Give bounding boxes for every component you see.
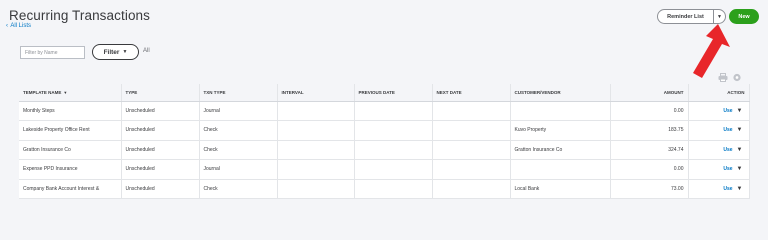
table-row[interactable]: Company Bank Account Interest & Unschedu… <box>19 179 750 199</box>
cell-previous-date <box>354 120 433 141</box>
chevron-left-icon: ‹ <box>6 23 8 29</box>
print-icon[interactable] <box>718 73 728 82</box>
cell-next-date <box>432 140 511 160</box>
cell-interval <box>277 120 355 141</box>
cell-template-name: Company Bank Account Interest & <box>19 179 122 199</box>
cell-txn-type: Journal <box>199 101 278 121</box>
cell-previous-date <box>354 101 433 121</box>
caret-down-icon[interactable]: ▼ <box>737 108 743 114</box>
cell-type: Unscheduled <box>121 140 200 160</box>
filter-by-name-input[interactable]: Filter by Name <box>20 46 85 59</box>
cell-previous-date <box>354 159 433 180</box>
cell-template-name: Gratton Insurance Co <box>19 140 122 160</box>
recurring-transactions-page: Recurring Transactions ‹ All Lists Remin… <box>0 0 768 212</box>
cell-template-name: Expense PPD Insurance <box>19 159 122 180</box>
column-header-action: ACTION <box>688 84 750 102</box>
cell-customer-vendor: Kuvo Property <box>510 120 611 141</box>
cell-next-date <box>432 120 511 141</box>
filter-button[interactable]: Filter ▼ <box>92 44 139 60</box>
cell-amount: 73.00 <box>610 179 689 199</box>
use-link[interactable]: Use <box>723 147 732 153</box>
column-header-customer-vendor[interactable]: CUSTOMER/VENDOR <box>510 84 611 102</box>
cell-type: Unscheduled <box>121 120 200 141</box>
column-header-amount[interactable]: AMOUNT <box>610 84 689 102</box>
cell-action: Use ▼ <box>688 120 750 141</box>
filter-label: Filter <box>103 48 120 56</box>
column-header-type[interactable]: TYPE <box>121 84 200 102</box>
cell-customer-vendor: Local Bank <box>510 179 611 199</box>
new-button[interactable]: New <box>729 9 759 24</box>
cell-txn-type: Journal <box>199 159 278 180</box>
cell-next-date <box>432 101 511 121</box>
caret-down-icon: ▼ <box>122 49 128 55</box>
column-header-interval[interactable]: INTERVAL <box>277 84 355 102</box>
cell-next-date <box>432 159 511 180</box>
use-link[interactable]: Use <box>723 166 732 172</box>
cell-amount: 183.75 <box>610 120 689 141</box>
column-header-template-name[interactable]: TEMPLATE NAME ▼ <box>19 84 122 102</box>
table-row[interactable]: Lakeside Property Office Rent Unschedule… <box>19 120 750 141</box>
page-title: Recurring Transactions <box>9 8 151 23</box>
cell-interval <box>277 179 355 199</box>
cell-txn-type: Check <box>199 120 278 141</box>
cell-action: Use ▼ <box>688 140 750 160</box>
cell-type: Unscheduled <box>121 179 200 199</box>
cell-amount: 0.00 <box>610 101 689 121</box>
cell-previous-date <box>354 179 433 199</box>
cell-previous-date <box>354 140 433 160</box>
cell-txn-type: Check <box>199 179 278 199</box>
cell-interval <box>277 159 355 180</box>
use-link[interactable]: Use <box>723 127 732 133</box>
all-lists-link[interactable]: ‹ All Lists <box>6 23 31 29</box>
table-row[interactable]: Monthly Steps Unscheduled Journal 0.00 U… <box>19 101 750 121</box>
table-header-row: TEMPLATE NAME ▼ TYPE TXN TYPE INTERVAL PR… <box>19 84 750 102</box>
cell-next-date <box>432 179 511 199</box>
column-header-txn-type[interactable]: TXN TYPE <box>199 84 278 102</box>
reminder-list-label: Reminder List <box>667 13 704 20</box>
cell-template-name: Lakeside Property Office Rent <box>19 120 122 141</box>
cell-action: Use ▼ <box>688 101 750 121</box>
cell-interval <box>277 140 355 160</box>
cell-action: Use ▼ <box>688 179 750 199</box>
cell-type: Unscheduled <box>121 159 200 180</box>
sort-down-icon: ▼ <box>63 89 68 95</box>
recurring-transactions-table: TEMPLATE NAME ▼ TYPE TXN TYPE INTERVAL PR… <box>19 84 750 199</box>
caret-down-icon[interactable]: ▼ <box>737 147 743 153</box>
column-header-previous-date[interactable]: PREVIOUS DATE <box>354 84 433 102</box>
use-link[interactable]: Use <box>723 186 732 192</box>
cell-txn-type: Check <box>199 140 278 160</box>
cell-customer-vendor <box>510 101 611 121</box>
cell-interval <box>277 101 355 121</box>
cell-amount: 0.00 <box>610 159 689 180</box>
cell-customer-vendor <box>510 159 611 180</box>
cell-type: Unscheduled <box>121 101 200 121</box>
caret-down-icon[interactable]: ▼ <box>737 127 743 133</box>
filter-status-all: All <box>143 48 150 54</box>
table-row[interactable]: Gratton Insurance Co Unscheduled Check G… <box>19 140 750 160</box>
cell-action: Use ▼ <box>688 159 750 180</box>
cell-template-name: Monthly Steps <box>19 101 122 121</box>
settings-gear-icon[interactable] <box>732 73 742 82</box>
caret-down-icon[interactable]: ▼ <box>737 186 743 192</box>
caret-down-icon[interactable]: ▼ <box>737 166 743 172</box>
table-row[interactable]: Expense PPD Insurance Unscheduled Journa… <box>19 159 750 180</box>
cell-customer-vendor: Gratton Insurance Co <box>510 140 611 160</box>
chevron-down-icon[interactable]: ▼ <box>714 14 725 20</box>
all-lists-label: All Lists <box>10 23 32 29</box>
column-header-next-date[interactable]: NEXT DATE <box>432 84 511 102</box>
table-tools <box>718 73 742 82</box>
cell-amount: 324.74 <box>610 140 689 160</box>
use-link[interactable]: Use <box>723 108 732 114</box>
